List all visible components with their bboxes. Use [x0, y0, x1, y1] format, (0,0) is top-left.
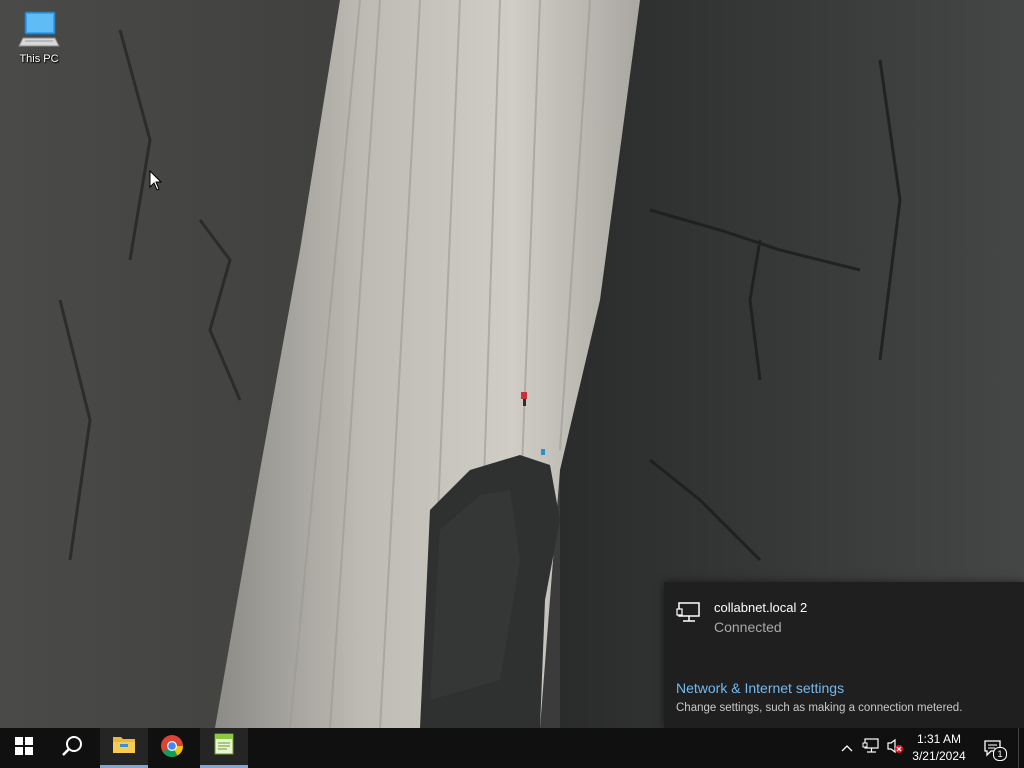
desktop-icon-label: This PC [19, 53, 59, 65]
mouse-cursor-icon [149, 169, 163, 197]
notification-icon: 1 [983, 738, 1007, 761]
network-settings-description: Change settings, such as making a connec… [676, 702, 963, 714]
chevron-up-icon [841, 739, 853, 757]
show-hidden-icons-button[interactable] [838, 728, 856, 768]
taskbar: 1:31 AM 3/21/2024 1 [0, 728, 1024, 768]
taskbar-file-explorer[interactable] [100, 728, 148, 768]
volume-muted-icon [886, 738, 904, 759]
tray-volume-button[interactable] [884, 728, 906, 768]
search-button[interactable] [48, 728, 96, 768]
network-flyout: collabnet.local 2 Connected Network & In… [664, 582, 1024, 728]
tray-network-button[interactable] [860, 728, 882, 768]
desktop-icon-this-pc[interactable]: This PC [10, 8, 68, 65]
notification-count-badge: 1 [993, 747, 1007, 761]
this-pc-icon [17, 8, 61, 52]
network-name: collabnet.local 2 [714, 600, 808, 615]
notepad-icon [213, 732, 235, 761]
taskbar-clock[interactable]: 1:31 AM 3/21/2024 [904, 731, 974, 765]
folder-icon [112, 734, 136, 759]
taskbar-notepad[interactable] [200, 728, 248, 768]
ethernet-icon [676, 600, 704, 624]
network-settings-link[interactable]: Network & Internet settings [676, 680, 844, 696]
network-status: Connected [714, 619, 782, 635]
clock-time: 1:31 AM [916, 732, 962, 746]
search-icon [61, 735, 83, 762]
start-button[interactable] [0, 728, 48, 768]
windows-logo-icon [15, 736, 33, 760]
network-icon [862, 737, 880, 759]
action-center-button[interactable]: 1 [978, 728, 1008, 768]
taskbar-chrome[interactable] [148, 728, 196, 768]
clock-date: 3/21/2024 [912, 749, 966, 763]
network-item[interactable]: collabnet.local 2 Connected [676, 600, 807, 635]
show-desktop-button[interactable] [1018, 728, 1024, 768]
chrome-icon [160, 734, 184, 763]
